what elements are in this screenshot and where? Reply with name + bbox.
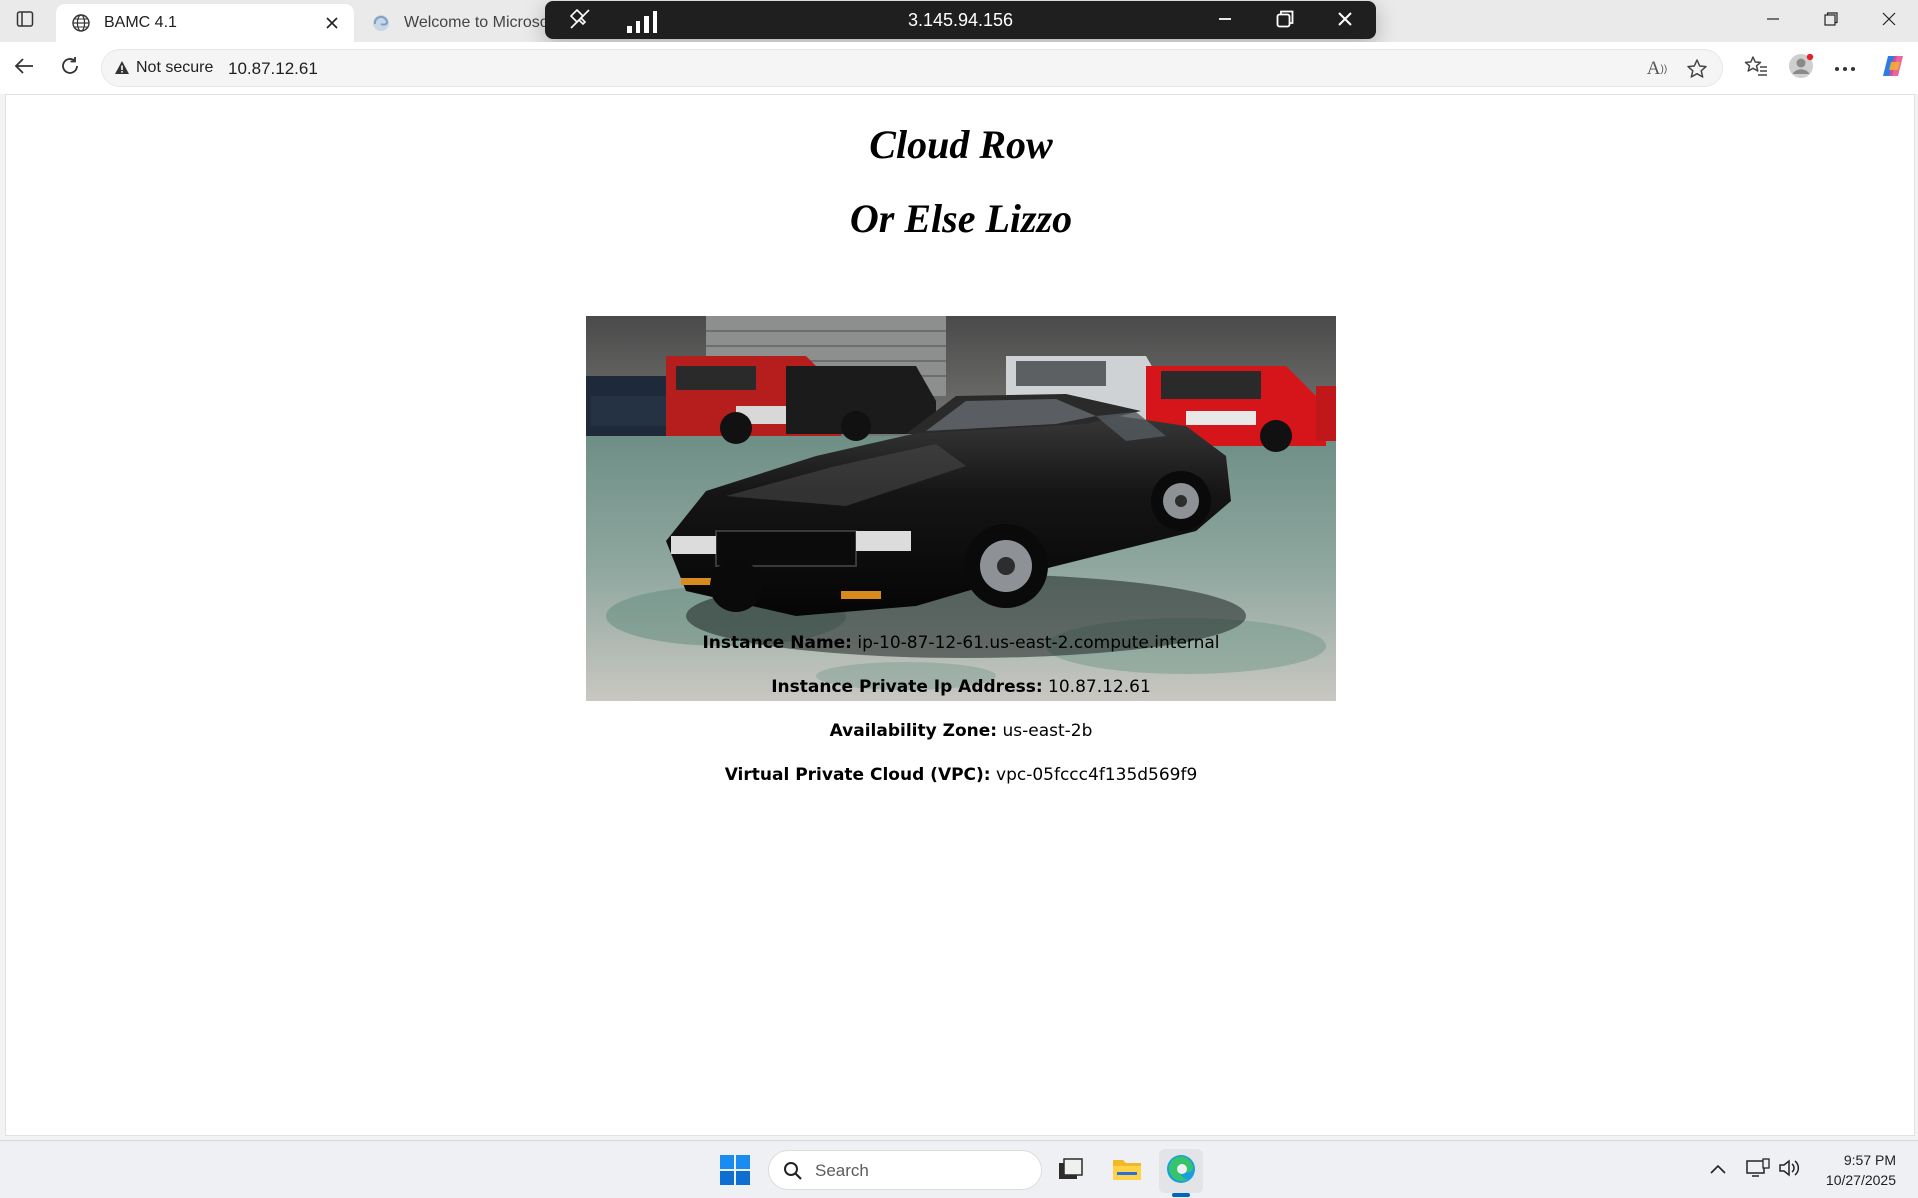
globe-icon xyxy=(70,12,92,34)
window-controls xyxy=(1744,0,1918,42)
settings-more-button[interactable] xyxy=(1829,52,1861,84)
read-aloud-glyph: A xyxy=(1646,58,1661,79)
edge-icon xyxy=(1165,1153,1197,1190)
remote-minimize-button[interactable] xyxy=(1210,6,1240,36)
back-arrow-icon xyxy=(13,55,35,82)
more-dots-icon xyxy=(1834,59,1856,77)
warning-icon[interactable] xyxy=(114,60,130,76)
taskbar-search[interactable]: Search xyxy=(768,1150,1042,1190)
private-ip-line: Instance Private Ip Address: 10.87.12.61 xyxy=(6,677,1916,697)
copilot-button[interactable] xyxy=(1877,52,1909,84)
task-view-button[interactable] xyxy=(1049,1149,1093,1193)
taskbar: Search 9:57 PM 10/27/2025 xyxy=(0,1140,1918,1198)
network-button[interactable] xyxy=(1743,1155,1773,1185)
refresh-icon xyxy=(59,55,81,82)
remote-restore-button[interactable] xyxy=(1270,6,1300,36)
edge-taskbar-button[interactable] xyxy=(1159,1149,1203,1193)
favorites-button[interactable] xyxy=(1740,52,1772,84)
url-text[interactable]: 10.87.12.61 xyxy=(228,59,318,79)
read-aloud-icon[interactable]: A)) xyxy=(1644,56,1670,82)
vpc-label: Virtual Private Cloud (VPC): xyxy=(724,765,991,785)
avatar xyxy=(1787,52,1815,85)
tab-welcome[interactable]: Welcome to Microsoft xyxy=(356,4,566,42)
vertical-tabs-icon xyxy=(16,10,34,33)
close-icon xyxy=(1337,11,1353,32)
tab-title: Welcome to Microsoft xyxy=(404,14,552,31)
close-window-button[interactable] xyxy=(1860,0,1918,42)
availability-zone-value: us-east-2b xyxy=(1002,721,1093,741)
clock-date: 10/27/2025 xyxy=(1825,1172,1896,1188)
page-subtitle: Or Else Lizzo xyxy=(849,196,1073,241)
page-viewport: Cloud Row Or Else Lizzo Instance Name: i… xyxy=(5,94,1915,1136)
back-button[interactable] xyxy=(8,52,40,84)
file-explorer-button[interactable] xyxy=(1105,1149,1149,1193)
volume-button[interactable] xyxy=(1775,1155,1805,1185)
restore-icon xyxy=(1824,11,1838,31)
folder-icon xyxy=(1112,1156,1142,1187)
favorite-star-icon[interactable] xyxy=(1684,56,1710,82)
edge-icon xyxy=(370,12,392,34)
minimize-icon xyxy=(1217,11,1233,32)
show-hidden-icons-button[interactable] xyxy=(1703,1155,1733,1185)
vpc-line: Virtual Private Cloud (VPC): vpc-05fccc4… xyxy=(6,765,1916,785)
system-clock[interactable]: 9:57 PM 10/27/2025 xyxy=(1826,1150,1896,1190)
windows-logo-icon xyxy=(718,1155,752,1191)
profile-button[interactable] xyxy=(1785,52,1817,84)
clock-time: 9:57 PM xyxy=(1843,1152,1896,1168)
active-app-indicator xyxy=(1172,1193,1190,1197)
remote-close-button[interactable] xyxy=(1330,6,1360,36)
search-placeholder: Search xyxy=(815,1161,869,1180)
restore-button[interactable] xyxy=(1802,0,1860,42)
minimize-button[interactable] xyxy=(1744,0,1802,42)
availability-zone-label: Availability Zone: xyxy=(829,721,998,741)
page-title: Cloud Row xyxy=(869,122,1053,167)
vpc-value: vpc-05fccc4f135d569f9 xyxy=(996,765,1198,785)
chevron-up-icon xyxy=(1710,1161,1726,1179)
speaker-icon xyxy=(1778,1158,1802,1183)
address-bar[interactable]: Not secure 10.87.12.61 A)) xyxy=(101,49,1723,87)
browser-toolbar: Not secure 10.87.12.61 A)) xyxy=(0,42,1918,94)
start-button[interactable] xyxy=(718,1153,752,1187)
close-tab-icon[interactable] xyxy=(322,13,342,33)
remote-session-bar: 3.145.94.156 xyxy=(545,1,1376,39)
refresh-button[interactable] xyxy=(54,52,86,84)
tab-bamc[interactable]: BAMC 4.1 xyxy=(56,4,354,42)
private-ip-value: 10.87.12.61 xyxy=(1048,677,1151,697)
remote-host-address: 3.145.94.156 xyxy=(907,10,1014,30)
close-icon xyxy=(1882,12,1896,31)
tab-title: BAMC 4.1 xyxy=(104,14,177,31)
instance-name-value: ip-10-87-12-61.us-east-2.compute.interna… xyxy=(857,633,1220,653)
instance-name-label: Instance Name: xyxy=(702,633,852,653)
private-ip-label: Instance Private Ip Address: xyxy=(771,677,1043,697)
tab-actions-button[interactable] xyxy=(10,6,40,36)
security-label[interactable]: Not secure xyxy=(136,59,213,77)
search-icon xyxy=(783,1161,803,1181)
favorites-list-icon xyxy=(1744,55,1768,82)
availability-zone-line: Availability Zone: us-east-2b xyxy=(6,721,1916,741)
task-view-icon xyxy=(1058,1157,1084,1186)
restore-icon xyxy=(1276,10,1294,33)
network-monitor-icon xyxy=(1746,1157,1770,1183)
instance-name-line: Instance Name: ip-10-87-12-61.us-east-2.… xyxy=(6,633,1916,653)
minimize-icon xyxy=(1766,12,1780,31)
copilot-icon xyxy=(1880,53,1906,84)
